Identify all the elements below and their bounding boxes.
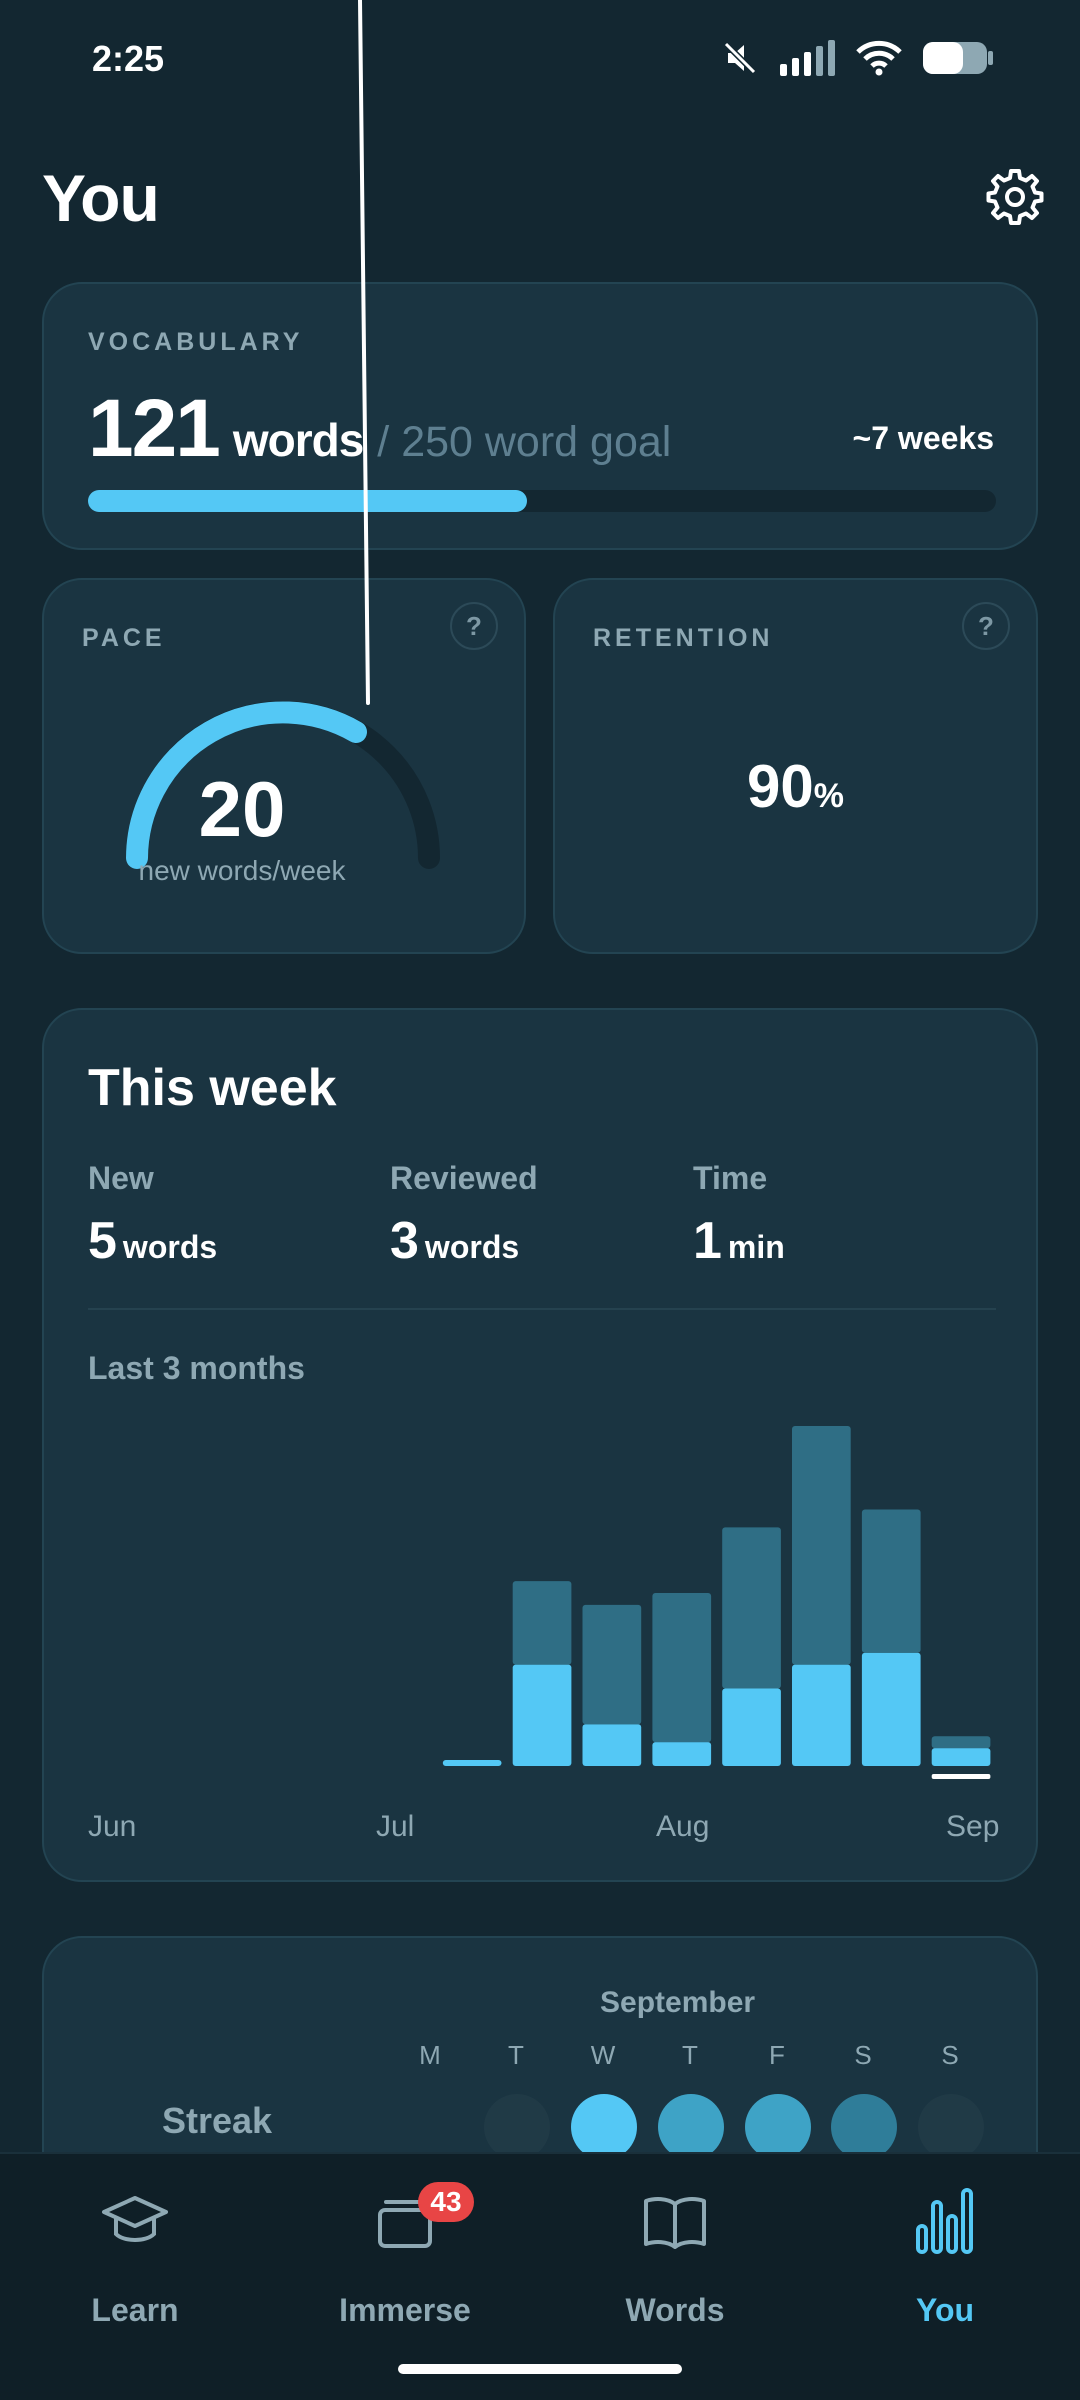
weekday-label: M	[419, 2040, 441, 2070]
chart-bar-segment	[931, 1748, 991, 1766]
chart-bar-segment	[442, 1760, 502, 1766]
nav-immerse[interactable]: 43 Immerse	[270, 2182, 540, 2328]
chart-x-label: Aug	[656, 1810, 710, 1843]
bar-chart-icon	[916, 2188, 973, 2254]
graduation-cap-icon	[102, 2196, 168, 2242]
home-indicator	[398, 2364, 682, 2374]
pace-target-tick	[358, 0, 370, 705]
chart-x-label: Sep	[946, 1810, 1000, 1843]
chart-x-label: Jul	[376, 1810, 415, 1843]
open-book-icon	[644, 2197, 706, 2249]
chart-bar-segment	[512, 1581, 572, 1665]
streak-day-dot	[571, 2094, 637, 2160]
retention-help-button[interactable]: ?	[962, 602, 1010, 650]
retention-number: 90	[747, 753, 814, 820]
chart-bar-segment	[582, 1724, 642, 1766]
streak-day-dot	[831, 2094, 897, 2160]
current-week-marker	[931, 1774, 991, 1779]
streak-label: Streak	[162, 2100, 273, 2141]
weekday-label: T	[508, 2040, 524, 2070]
weekday-label: W	[590, 2040, 616, 2070]
chart-bar-segment	[861, 1509, 921, 1653]
streak-day-dot	[484, 2094, 550, 2160]
weekday-label: S	[854, 2040, 872, 2070]
nav-label: You	[915, 2292, 975, 2328]
chart-bar-segment	[512, 1664, 572, 1766]
streak-month: September	[600, 1986, 756, 2019]
weekday-label: S	[941, 2040, 959, 2070]
chart-bar-segment	[792, 1426, 851, 1665]
weekday-label: T	[682, 2040, 698, 2070]
retention-value: 90%	[553, 752, 1038, 821]
streak-day-dot	[745, 2094, 811, 2160]
chart-bar-segment	[652, 1742, 712, 1766]
chart-x-label: Jun	[88, 1810, 137, 1843]
nav-label: Immerse	[339, 2292, 471, 2328]
nav-label: Learn	[91, 2292, 179, 2328]
this-week-card: This week New 5 words Reviewed 3 words Tim…	[42, 1008, 1038, 1882]
chart-bar-segment	[722, 1527, 781, 1689]
nav-learn[interactable]: Learn	[0, 2186, 270, 2328]
chart-bar-segment	[722, 1688, 781, 1766]
pace-value: 20	[198, 765, 286, 853]
nav-label: Words	[625, 2292, 725, 2328]
streak-day-dot	[918, 2094, 984, 2160]
nav-you[interactable]: You	[810, 2186, 1080, 2328]
chart-bar-segment	[652, 1593, 712, 1743]
chart-bar-segment	[931, 1736, 991, 1749]
chart-bar-segment	[861, 1652, 921, 1766]
retention-percent-sign: %	[813, 777, 844, 815]
chart-bar-segment	[582, 1604, 642, 1725]
retention-label: RETENTION	[593, 624, 774, 652]
notification-badge: 43	[418, 2182, 474, 2222]
nav-words[interactable]: Words	[540, 2186, 810, 2328]
streak-day-dot	[658, 2094, 724, 2160]
chart-bar-segment	[792, 1664, 851, 1766]
pace-unit: new words/week	[138, 855, 346, 886]
weekday-label: F	[769, 2040, 785, 2070]
activity-chart	[442, 1426, 991, 1779]
bottom-nav: Learn 43 Immerse Words You	[0, 2152, 1080, 2400]
